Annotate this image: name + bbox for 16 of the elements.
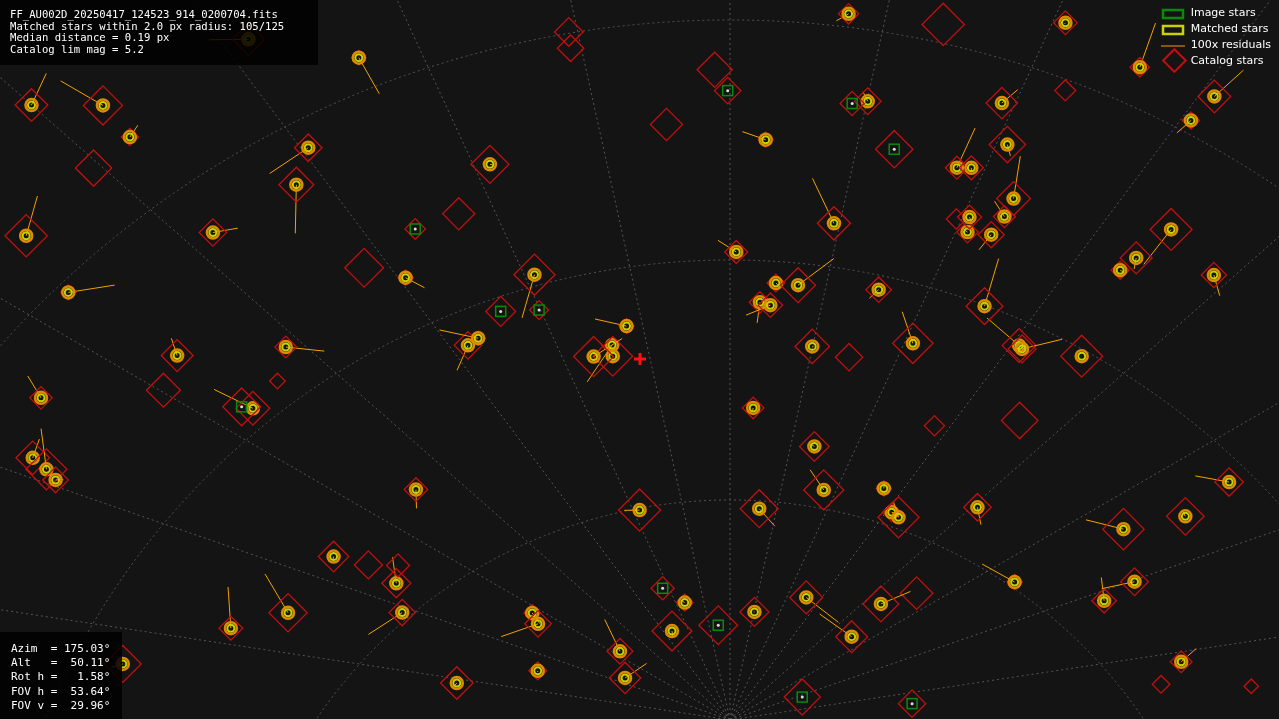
rectangle-icon — [1160, 7, 1185, 20]
pointing-text: Rot h = 1.58° — [11, 670, 111, 685]
diamond-icon — [1160, 49, 1185, 74]
pointing-text: Alt = 50.11° — [11, 656, 111, 671]
legend-label: Catalog stars — [1190, 53, 1264, 70]
pointing-text: Azim = 175.03° — [11, 642, 111, 657]
info-text: FF_AU002D_20250417_124523_914_0200704.fits — [10, 9, 279, 21]
legend-label: Matched stars — [1190, 21, 1269, 38]
legend-label: Image stars — [1190, 5, 1256, 22]
info-text: Matched stars within 2.0 px radius: 105/125 — [10, 20, 286, 32]
pointing-text: FOV h = 53.64° — [11, 684, 111, 699]
info-text: Median distance = 0.19 px — [10, 32, 170, 44]
legend-label: 100x residuals — [1190, 37, 1271, 54]
rectangle-icon — [1160, 23, 1185, 36]
pointing-text: FOV v = 29.96° — [11, 698, 111, 713]
info-text: Catalog lim mag = 5.2 — [10, 43, 145, 55]
